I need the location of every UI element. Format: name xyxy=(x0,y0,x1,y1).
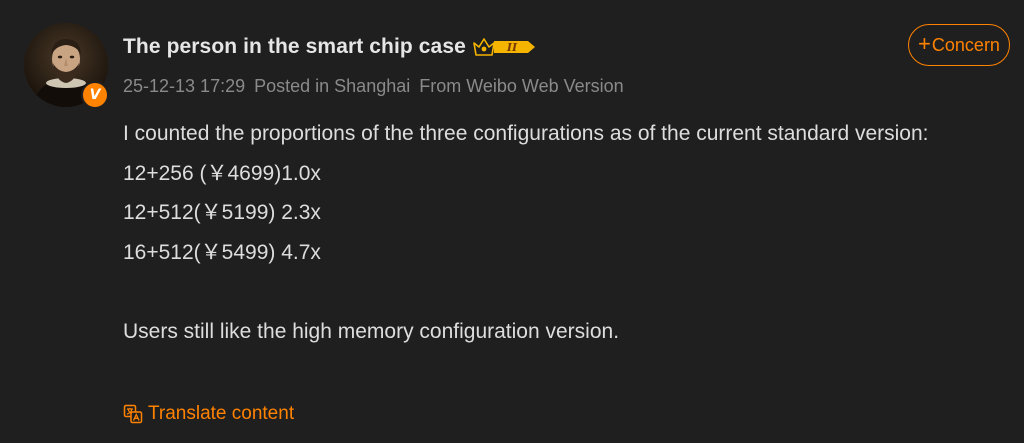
post-timestamp[interactable]: 25-12-13 17:29 xyxy=(123,76,245,97)
translate-label: Translate content xyxy=(148,403,295,424)
plus-icon: + xyxy=(918,31,931,56)
author-name[interactable]: The person in the smart chip case xyxy=(123,35,466,59)
level-text: II xyxy=(506,41,518,54)
config-line: 12+512(￥5199) 2.3x xyxy=(123,201,321,224)
translate-link[interactable]: Translate content xyxy=(123,403,294,425)
weibo-post-card: V The person in the smart chip case II 2… xyxy=(0,0,1024,443)
verified-badge-icon: V xyxy=(81,81,109,109)
post-source: From Weibo Web Version xyxy=(419,76,624,96)
avatar[interactable]: V xyxy=(24,23,109,109)
follow-button-label: Concern xyxy=(931,34,1000,55)
translate-icon xyxy=(123,404,143,424)
follow-button[interactable]: + Concern xyxy=(908,24,1010,66)
author-row: The person in the smart chip case II xyxy=(123,32,538,62)
post-location: Posted in Shanghai xyxy=(254,76,411,96)
post-conclusion: Users still like the high memory configu… xyxy=(123,319,620,343)
config-line: 12+256 (￥4699)1.0x xyxy=(123,161,321,185)
vip-level-badge-icon[interactable]: II xyxy=(472,35,538,59)
post-content: I counted the proportions of the three c… xyxy=(123,114,1003,351)
config-line: 16+512(￥5499) 4.7x xyxy=(123,240,321,264)
post-intro: I counted the proportions of the three c… xyxy=(123,122,929,145)
post-meta: 25-12-13 17:29 Posted in Shanghai From W… xyxy=(123,76,624,97)
